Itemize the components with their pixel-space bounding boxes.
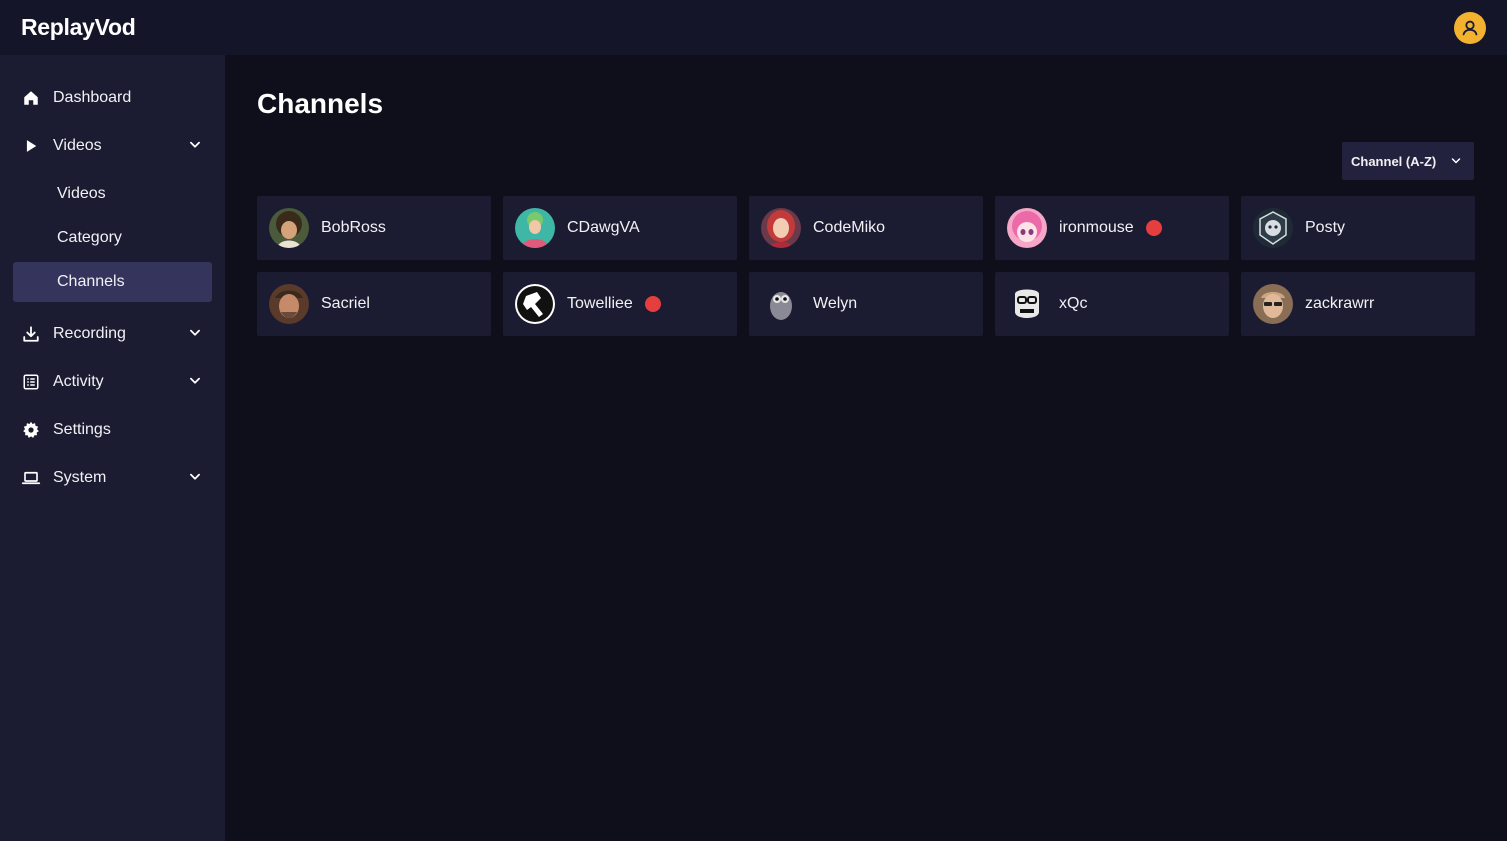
chevron-down-icon — [190, 329, 200, 336]
list-icon — [21, 372, 41, 392]
sidebar-item-label: Dashboard — [53, 89, 132, 106]
channel-card-xqc[interactable]: xQc — [995, 272, 1229, 336]
channel-card-zackrawrr[interactable]: zackrawrr — [1241, 272, 1475, 336]
home-icon — [21, 88, 41, 108]
top-bar: ReplayVod — [0, 0, 1507, 55]
sidebar-item-activity[interactable]: Activity — [13, 358, 212, 406]
channel-card-towelliee[interactable]: Towelliee — [503, 272, 737, 336]
sidebar-item-label: Activity — [53, 373, 104, 390]
channel-name: ironmouse — [1059, 219, 1134, 236]
channel-name: CodeMiko — [813, 219, 886, 236]
channel-avatar — [1007, 284, 1047, 324]
live-indicator — [1145, 220, 1162, 236]
play-icon — [21, 136, 41, 156]
channel-avatar — [515, 208, 555, 248]
channel-card-codemiko[interactable]: CodeMiko — [749, 196, 983, 260]
live-indicator — [644, 296, 661, 312]
channel-avatar — [515, 284, 555, 324]
page-title: Channels — [257, 88, 384, 119]
sidebar-item-videos[interactable]: Videos — [13, 122, 212, 170]
sidebar-subitem-label: Videos — [57, 185, 106, 202]
channel-card-bobross[interactable]: BobRoss — [257, 196, 491, 260]
channel-card-cdawgva[interactable]: CDawgVA — [503, 196, 737, 260]
chevron-down-icon — [190, 473, 200, 480]
sidebar-item-label: Videos — [53, 137, 102, 154]
channel-avatar — [269, 208, 309, 248]
channel-avatar — [269, 284, 309, 324]
channel-name: Towelliee — [567, 295, 633, 312]
user-icon — [1462, 20, 1478, 35]
main-content: Channels Channel (A-Z) BobRoss CDawgVA C… — [225, 55, 1507, 841]
sidebar-item-label: System — [53, 469, 107, 486]
sidebar-item-system[interactable]: System — [13, 454, 212, 502]
channel-card-sacriel[interactable]: Sacriel — [257, 272, 491, 336]
sidebar-item-recording[interactable]: Recording — [13, 310, 212, 358]
sidebar-subitem-label: Channels — [57, 273, 125, 290]
sidebar-item-label: Recording — [53, 325, 126, 342]
channel-name: CDawgVA — [567, 219, 640, 236]
channel-avatar — [1007, 208, 1047, 248]
channel-name: Welyn — [813, 295, 858, 312]
sidebar-item-dashboard[interactable]: Dashboard — [13, 74, 212, 122]
channel-avatar — [1253, 284, 1293, 324]
sidebar-subitem-label: Category — [57, 229, 122, 246]
chevron-down-icon — [190, 141, 200, 148]
sort-select-value: Channel (A-Z) — [1351, 153, 1437, 169]
channel-card-welyn[interactable]: Welyn — [749, 272, 983, 336]
sidebar: Dashboard Videos Videos Category Channel… — [0, 55, 225, 841]
channel-avatar — [1253, 208, 1293, 248]
sidebar-subitem-videos[interactable]: Videos — [13, 174, 212, 214]
channel-grid: BobRoss CDawgVA CodeMiko ironmouse Posty… — [257, 196, 1475, 336]
sort-select[interactable]: Channel (A-Z) — [1342, 142, 1474, 180]
channel-card-ironmouse[interactable]: ironmouse — [995, 196, 1229, 260]
channel-name: BobRoss — [321, 219, 386, 236]
laptop-icon — [21, 468, 41, 488]
download-icon — [21, 324, 41, 344]
sidebar-subitem-category[interactable]: Category — [13, 218, 212, 258]
sidebar-item-settings[interactable]: Settings — [13, 406, 212, 454]
channel-avatar — [761, 208, 801, 248]
channel-name: Sacriel — [321, 295, 370, 312]
chevron-down-icon — [190, 377, 200, 384]
sidebar-subitem-channels[interactable]: Channels — [13, 262, 212, 302]
channel-name: zackrawrr — [1305, 295, 1375, 312]
channel-name: Posty — [1305, 219, 1346, 236]
channel-name: xQc — [1059, 295, 1088, 312]
user-menu-button[interactable] — [1454, 11, 1486, 44]
gear-icon — [21, 420, 41, 440]
channel-avatar — [761, 284, 801, 324]
channel-card-posty[interactable]: Posty — [1241, 196, 1475, 260]
app-title[interactable]: ReplayVod — [21, 14, 136, 41]
chevron-down-icon — [1451, 158, 1461, 164]
sidebar-item-label: Settings — [53, 421, 111, 438]
